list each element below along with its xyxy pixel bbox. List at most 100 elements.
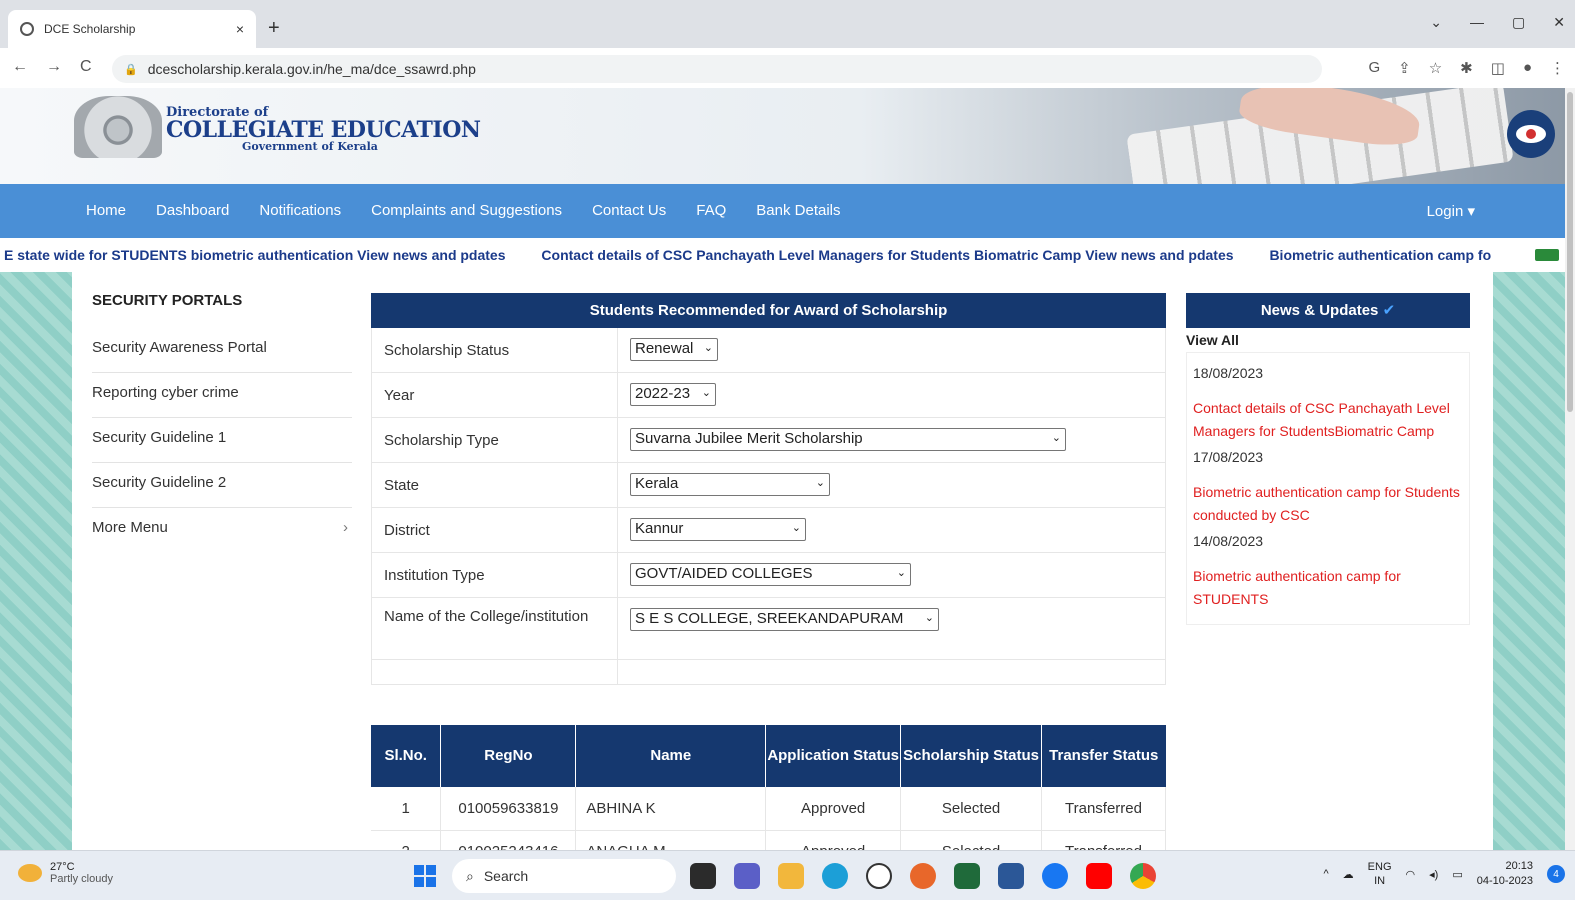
nav-contact-us[interactable]: Contact Us: [592, 202, 666, 219]
browser-tab-bar: DCE Scholarship × + ⌄ — ▢ ✕: [0, 0, 1575, 48]
field-label: Institution Type: [372, 553, 618, 597]
maximize-button[interactable]: ▢: [1512, 14, 1525, 31]
new-tab-button[interactable]: +: [268, 17, 280, 40]
nav-faq[interactable]: FAQ: [696, 202, 726, 219]
minimize-button[interactable]: —: [1470, 14, 1484, 31]
sidebar-item-guideline-2[interactable]: Security Guideline 2: [92, 463, 352, 508]
back-button[interactable]: ←: [12, 58, 28, 76]
sidebar-item-guideline-1[interactable]: Security Guideline 1: [92, 418, 352, 463]
kerala-emblem-logo: [74, 96, 162, 158]
news-link[interactable]: Biometric authentication camp for Studen…: [1193, 481, 1463, 527]
wifi-icon[interactable]: ◠: [1406, 868, 1416, 881]
side-panel-icon[interactable]: ◫: [1491, 59, 1505, 77]
battery-icon[interactable]: ▭: [1452, 868, 1462, 881]
facebook-icon[interactable]: [1042, 863, 1068, 889]
close-window-button[interactable]: ✕: [1553, 14, 1565, 31]
profile-avatar[interactable]: ●: [1523, 59, 1532, 77]
sidebar-item-awareness-portal[interactable]: Security Awareness Portal: [92, 328, 352, 373]
form-row: State Kerala ⌄: [371, 463, 1166, 508]
view-all-link[interactable]: View All: [1186, 332, 1470, 352]
column-header: Scholarship Status: [900, 725, 1043, 787]
taskbar-search[interactable]: ⌕ Search: [452, 859, 676, 893]
notification-badge[interactable]: 4: [1547, 865, 1565, 884]
ticker-item[interactable]: Biometric authentication camp fo: [1269, 247, 1491, 263]
sidebar-item-label: More Menu: [92, 519, 168, 536]
dell-icon[interactable]: [866, 863, 892, 889]
chevron-right-icon: ›: [343, 519, 348, 536]
login-dropdown[interactable]: Login ▾: [1427, 202, 1475, 220]
forward-button[interactable]: →: [46, 58, 62, 76]
google-icon[interactable]: G: [1368, 59, 1380, 77]
windows-start-icon[interactable]: [414, 865, 436, 887]
clock[interactable]: 20:13 04-10-2023: [1477, 859, 1533, 890]
year-select[interactable]: 2022-23 ⌄: [630, 383, 716, 406]
reload-button[interactable]: C: [80, 58, 92, 76]
teams-chat-icon[interactable]: [734, 863, 760, 889]
chevron-down-icon: ⌄: [896, 567, 906, 579]
nav-bank-details[interactable]: Bank Details: [756, 202, 840, 219]
onedrive-icon[interactable]: ☁: [1343, 868, 1354, 881]
sidebar-item-more-menu[interactable]: More Menu ›: [92, 508, 352, 553]
scholarship-type-select[interactable]: Suvarna Jubilee Merit Scholarship ⌄: [630, 428, 1066, 451]
form-row: Name of the College/institution S E S CO…: [371, 598, 1166, 660]
nav-notifications[interactable]: Notifications: [259, 202, 341, 219]
weather-widget[interactable]: 27°C Partly cloudy: [18, 861, 113, 885]
site-logo-text[interactable]: Directorate of COLLEGIATE EDUCATION Gove…: [166, 106, 481, 152]
district-select[interactable]: Kannur ⌄: [630, 518, 806, 541]
extensions-icon[interactable]: ✱: [1460, 59, 1473, 77]
nav-dashboard[interactable]: Dashboard: [156, 202, 229, 219]
file-explorer-icon[interactable]: [778, 863, 804, 889]
tab-search-icon[interactable]: ⌄: [1430, 14, 1442, 31]
temperature: 27°C: [50, 861, 75, 873]
scrollbar-thumb[interactable]: [1567, 92, 1573, 412]
windows-taskbar: 27°C Partly cloudy ⌕ Search ^ ☁ ENG IN ◠ …: [0, 850, 1575, 900]
edge-icon[interactable]: [822, 863, 848, 889]
college-select[interactable]: S E S COLLEGE, SREEKANDAPURAM ⌄: [630, 608, 939, 631]
news-link[interactable]: Contact details of CSC Panchayath Level …: [1193, 397, 1463, 443]
youtube-icon[interactable]: [1086, 863, 1112, 889]
show-hidden-icons[interactable]: ^: [1324, 868, 1329, 880]
chrome-icon[interactable]: [1130, 863, 1156, 889]
volume-icon[interactable]: ◂): [1429, 868, 1438, 881]
browser-tab[interactable]: DCE Scholarship ×: [8, 10, 256, 48]
store-icon[interactable]: [954, 863, 980, 889]
task-view-icon[interactable]: [690, 863, 716, 889]
language-indicator[interactable]: ENG IN: [1368, 860, 1392, 889]
share-icon[interactable]: ⇪: [1398, 59, 1411, 77]
news-date: 14/08/2023: [1193, 533, 1264, 550]
url-field[interactable]: 🔒 dcescholarship.kerala.gov.in/he_ma/dce…: [112, 55, 1322, 83]
table-row: 1 010059633819 ABHINA K Approved Selecte…: [371, 787, 1166, 831]
browser-action-icons: G ⇪ ☆ ✱ ◫ ● ⋮: [1368, 59, 1565, 77]
taskbar-apps: [690, 863, 1156, 889]
nav-home[interactable]: Home: [86, 202, 126, 219]
address-toolbar: ← → C 🔒 dcescholarship.kerala.gov.in/he_…: [0, 48, 1575, 88]
ticker-item[interactable]: Contact details of CSC Panchayath Level …: [541, 247, 1233, 263]
scholarship-form-panel: Students Recommended for Award of Schola…: [371, 293, 1166, 874]
sidebar-title: SECURITY PORTALS: [92, 292, 243, 309]
lock-icon[interactable]: 🔒: [124, 63, 138, 76]
empty-cell: [618, 660, 1165, 684]
nav-complaints[interactable]: Complaints and Suggestions: [371, 202, 562, 219]
weather-condition: Partly cloudy: [50, 873, 113, 885]
verified-icon: ✔: [1382, 302, 1396, 319]
tab-title: DCE Scholarship: [44, 22, 136, 36]
news-link[interactable]: Biometric authentication camp for STUDEN…: [1193, 565, 1463, 611]
news-list: 18/08/2023 Contact details of CSC Pancha…: [1186, 352, 1470, 625]
ticker-item[interactable]: E state wide for STUDENTS biometric auth…: [4, 247, 506, 263]
page-scrollbar[interactable]: [1565, 88, 1575, 850]
background-pattern-left: [0, 272, 72, 850]
state-select[interactable]: Kerala ⌄: [630, 473, 830, 496]
firefox-icon[interactable]: [910, 863, 936, 889]
close-tab-icon[interactable]: ×: [236, 21, 244, 37]
ticker-control-button[interactable]: [1535, 249, 1559, 261]
word-icon[interactable]: [998, 863, 1024, 889]
scholarship-status-select[interactable]: Renewal ⌄: [630, 338, 718, 361]
institution-type-select[interactable]: GOVT/AIDED COLLEGES ⌄: [630, 563, 911, 586]
menu-icon[interactable]: ⋮: [1550, 59, 1565, 77]
sidebar-item-cyber-crime[interactable]: Reporting cyber crime: [92, 373, 352, 418]
form-row: Institution Type GOVT/AIDED COLLEGES ⌄: [371, 553, 1166, 598]
bookmark-star-icon[interactable]: ☆: [1429, 59, 1442, 77]
security-sidebar: SECURITY PORTALS Security Awareness Port…: [92, 292, 352, 553]
table-cell: Approved: [765, 787, 902, 831]
column-header: Application Status: [765, 725, 902, 787]
